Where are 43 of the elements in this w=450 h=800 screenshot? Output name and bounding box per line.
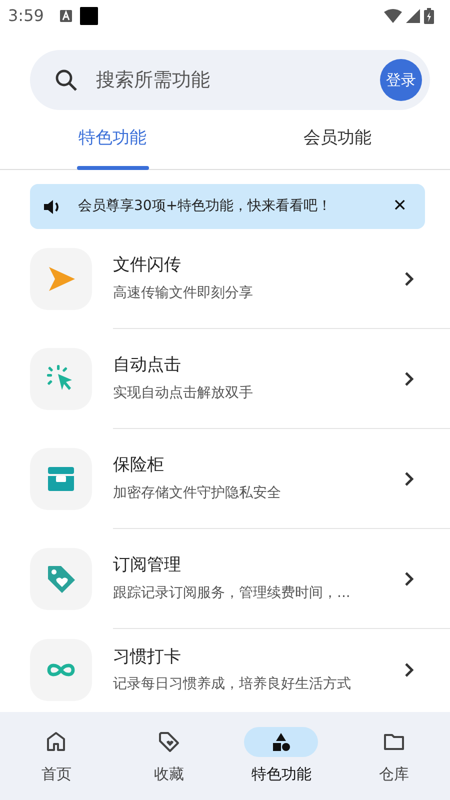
feature-title: 习惯打卡 [113,646,182,669]
feature-row[interactable]: 自动点击 实现自动点击解放双手 [0,329,450,429]
feature-description: 实现自动点击解放双手 [113,384,254,403]
nav-tab[interactable]: 仓库 [338,726,450,786]
feature-description: 高速传输文件即刻分享 [113,284,254,303]
search-icon [54,68,78,92]
feature-row[interactable]: 文件闪传 高速传输文件即刻分享 [0,229,450,329]
tab[interactable]: 会员功能 [304,110,372,168]
keyboard-icon [60,10,72,22]
chevron-right-icon [404,270,414,286]
feature-title: 文件闪传 [113,254,182,278]
chevron-right-icon [404,370,414,386]
feature-title: 保险柜 [113,454,165,478]
feature-description: 跟踪记录订阅服务，管理续费时间，... [113,584,352,603]
notification-icon [80,7,98,25]
feature-title: 订阅管理 [113,554,182,578]
chevron-right-icon [404,570,414,586]
feature-row[interactable]: 习惯打卡 记录每日习惯养成，培养良好生活方式 [0,629,450,711]
battery-icon [424,8,434,24]
feature-row[interactable]: 保险柜 加密存储文件守护隐私安全 [0,429,450,529]
status-time: 3:59 [8,5,44,27]
search-field[interactable]: 搜索所需功能 登录 [30,50,430,110]
tag-icon [45,563,77,595]
chevron-right-icon [404,470,414,486]
nav-tab[interactable]: 首页 [0,726,112,786]
close-button[interactable]: ✕ [388,194,411,220]
nav-tab[interactable]: 特色功能 [225,726,338,786]
tag-icon [156,730,181,754]
feature-description: 加密存储文件守护隐私安全 [113,484,282,503]
feature-title: 自动点击 [113,354,182,378]
nav-tab[interactable]: 收藏 [112,726,225,786]
nav-label: 首页 [41,764,72,785]
feature-description: 记录每日习惯养成，培养良好生活方式 [113,675,352,694]
signal-icon [406,9,420,23]
nav-label: 特色功能 [251,764,312,785]
chevron-right-icon [404,662,414,678]
login-button[interactable]: 登录 [380,59,422,101]
feature-row[interactable]: 订阅管理 跟踪记录订阅服务，管理续费时间，... [0,529,450,629]
nav-label: 收藏 [154,764,184,785]
wifi-icon [384,9,402,23]
tab[interactable]: 特色功能 [78,110,146,168]
notice-text: 会员尊享30项+特色功能，快来看看吧！ [78,197,332,216]
nav-label: 仓库 [378,764,409,785]
